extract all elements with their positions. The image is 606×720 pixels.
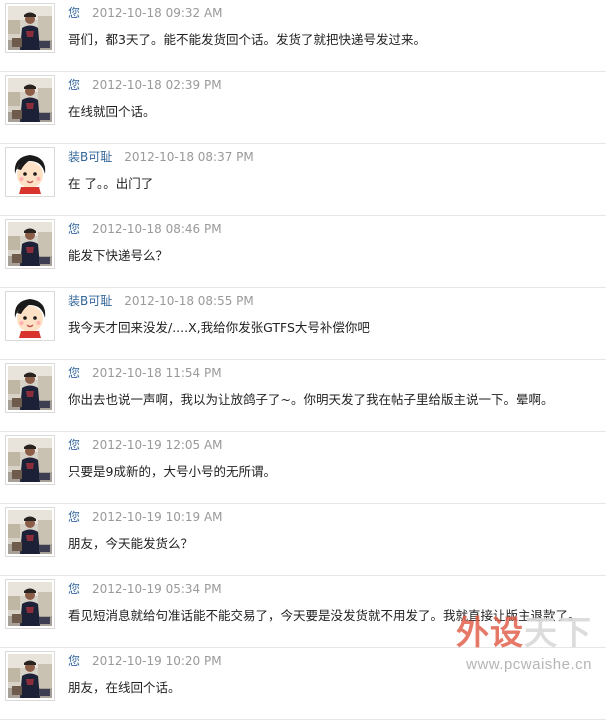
message-text: 在线就回个话。 — [68, 104, 156, 119]
author-name[interactable]: 您 — [68, 78, 80, 92]
message-time: 2012-10-18 08:46 PM — [92, 222, 222, 236]
avatar[interactable] — [5, 3, 55, 53]
cartoon-avatar-icon — [8, 150, 52, 194]
author-name[interactable]: 您 — [68, 366, 80, 380]
message-time: 2012-10-19 12:05 AM — [92, 438, 223, 452]
message-time: 2012-10-18 08:37 PM — [124, 150, 254, 164]
watermark-logo: 外设天下 — [456, 613, 592, 652]
message-meta: 您 2012-10-18 02:39 PM — [68, 77, 222, 93]
photo-avatar-icon — [8, 366, 52, 410]
photo-avatar-icon — [8, 222, 52, 266]
message-time: 2012-10-18 09:32 AM — [92, 6, 223, 20]
avatar[interactable] — [5, 291, 55, 341]
author-name[interactable]: 您 — [68, 654, 80, 668]
author-name[interactable]: 装B可耻 — [68, 150, 112, 164]
watermark-url: www.pcwaishe.cn — [466, 656, 592, 673]
avatar[interactable] — [5, 219, 55, 269]
avatar[interactable] — [5, 147, 55, 197]
author-name[interactable]: 您 — [68, 6, 80, 20]
message-meta: 装B可耻 2012-10-18 08:37 PM — [68, 149, 254, 165]
photo-avatar-icon — [8, 78, 52, 122]
message-text: 只要是9成新的，大号小号的无所谓。 — [68, 464, 276, 479]
message-item: 您 2012-10-18 08:46 PM 能发下快递号么？ — [0, 216, 606, 288]
message-item: 您 2012-10-19 10:19 AM 朋友，今天能发货么？ — [0, 504, 606, 576]
photo-avatar-icon — [8, 438, 52, 482]
message-text: 能发下快递号么？ — [68, 248, 169, 263]
author-name[interactable]: 您 — [68, 222, 80, 236]
message-text: 朋友，在线回个话。 — [68, 680, 181, 695]
message-text: 你出去也说一声啊，我以为让放鸽子了~。你明天发了我在帖子里给版主说一下。晕啊。 — [68, 392, 554, 407]
avatar[interactable] — [5, 75, 55, 125]
message-meta: 装B可耻 2012-10-18 08:55 PM — [68, 293, 254, 309]
message-meta: 您 2012-10-19 10:20 PM — [68, 653, 222, 669]
message-time: 2012-10-19 10:19 AM — [92, 510, 223, 524]
message-item: 您 2012-10-18 09:32 AM 哥们，都3天了。能不能发货回个话。发货… — [0, 0, 606, 72]
message-meta: 您 2012-10-19 05:34 PM — [68, 581, 222, 597]
cartoon-avatar-icon — [8, 294, 52, 338]
author-name[interactable]: 装B可耻 — [68, 294, 112, 308]
message-meta: 您 2012-10-18 11:54 PM — [68, 365, 222, 381]
avatar[interactable] — [5, 651, 55, 701]
avatar[interactable] — [5, 507, 55, 557]
message-meta: 您 2012-10-18 08:46 PM — [68, 221, 222, 237]
photo-avatar-icon — [8, 6, 52, 50]
photo-avatar-icon — [8, 654, 52, 698]
message-item: 您 2012-10-19 12:05 AM 只要是9成新的，大号小号的无所谓。 — [0, 432, 606, 504]
author-name[interactable]: 您 — [68, 582, 80, 596]
message-text: 我今天才回来没发/....X,我给你发张GTFS大号补偿你吧 — [68, 320, 370, 335]
watermark: 外设天下 www.pcwaishe.cn — [390, 606, 600, 684]
message-time: 2012-10-18 11:54 PM — [92, 366, 222, 380]
message-item: 装B可耻 2012-10-18 08:55 PM 我今天才回来没发/....X,我… — [0, 288, 606, 360]
avatar[interactable] — [5, 579, 55, 629]
author-name[interactable]: 您 — [68, 510, 80, 524]
photo-avatar-icon — [8, 510, 52, 554]
author-name[interactable]: 您 — [68, 438, 80, 452]
avatar[interactable] — [5, 363, 55, 413]
message-text: 朋友，今天能发货么？ — [68, 536, 194, 551]
message-meta: 您 2012-10-19 12:05 AM — [68, 437, 223, 453]
message-text: 哥们，都3天了。能不能发货回个话。发货了就把快递号发过来。 — [68, 32, 426, 47]
message-meta: 您 2012-10-19 10:19 AM — [68, 509, 223, 525]
avatar[interactable] — [5, 435, 55, 485]
message-time: 2012-10-19 05:34 PM — [92, 582, 222, 596]
message-item: 您 2012-10-18 02:39 PM 在线就回个话。 — [0, 72, 606, 144]
photo-avatar-icon — [8, 582, 52, 626]
message-text: 在 了。。出门了 — [68, 176, 154, 191]
message-time: 2012-10-18 02:39 PM — [92, 78, 222, 92]
message-item: 装B可耻 2012-10-18 08:37 PM 在 了。。出门了 — [0, 144, 606, 216]
message-item: 您 2012-10-18 11:54 PM 你出去也说一声啊，我以为让放鸽子了~。… — [0, 360, 606, 432]
message-time: 2012-10-18 08:55 PM — [124, 294, 254, 308]
message-time: 2012-10-19 10:20 PM — [92, 654, 222, 668]
message-meta: 您 2012-10-18 09:32 AM — [68, 5, 223, 21]
